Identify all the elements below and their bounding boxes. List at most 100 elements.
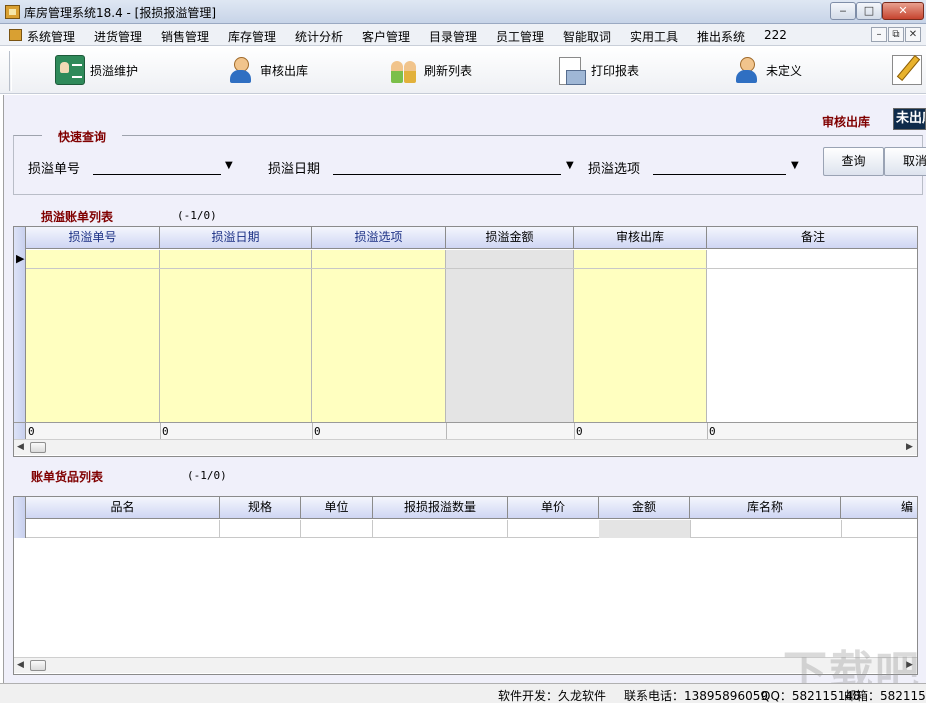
footer-date: 0 <box>162 425 169 438</box>
menu-tools[interactable]: 实用工具 <box>630 28 678 45</box>
footer-note: 0 <box>709 425 716 438</box>
header-date[interactable]: 损溢日期 <box>160 227 312 249</box>
damage-date-dropdown-icon[interactable]: ▼ <box>566 160 574 171</box>
header-amount[interactable]: 金额 <box>599 497 690 519</box>
status-developer: 软件开发：久龙软件 <box>498 689 607 703</box>
toolbar-label: 刷新列表 <box>424 63 473 78</box>
minimize-button[interactable]: ‒ <box>830 2 856 20</box>
status-bar: 软件开发：久龙软件 联系电话：13895896059 QQ：582115148 … <box>0 683 926 703</box>
mdi-minimize-button[interactable]: – <box>871 27 887 42</box>
maximize-button[interactable]: □ <box>856 2 882 20</box>
menu-bar: 系统管理 进货管理 销售管理 库存管理 统计分析 客户管理 目录管理 员工管理 … <box>0 24 926 46</box>
goods-amount-cell <box>599 520 690 538</box>
menu-customers[interactable]: 客户管理 <box>362 28 410 45</box>
menu-staff[interactable]: 员工管理 <box>496 28 544 45</box>
system-menu-icon <box>9 29 22 41</box>
menu-system[interactable]: 系统管理 <box>27 28 75 45</box>
toolbar-label: 损溢维护 <box>90 63 139 78</box>
header-warehouse[interactable]: 库名称 <box>690 497 841 519</box>
query-button[interactable]: 查询 <box>823 147 884 176</box>
current-row-icon: ▶ <box>16 252 25 265</box>
menu-purchase[interactable]: 进货管理 <box>94 28 142 45</box>
toolbar: 损溢维护 审核出库 刷新列表 打印报表 未定义 <box>0 47 926 94</box>
toolbar-grip[interactable] <box>9 51 12 91</box>
ledger-hscrollbar[interactable]: ◀ ▶ <box>14 439 917 455</box>
order-number-label: 损溢单号 <box>28 162 81 177</box>
goods-row[interactable] <box>26 520 917 538</box>
print-report-button[interactable]: 打印报表 <box>556 53 639 87</box>
header-spec[interactable]: 规格 <box>220 497 301 519</box>
scroll-left-icon[interactable]: ◀ <box>17 442 24 452</box>
header-audit[interactable]: 审核出库 <box>574 227 707 249</box>
menu-exit[interactable]: 推出系统 <box>697 28 745 45</box>
header-amount[interactable]: 损溢金额 <box>446 227 574 249</box>
undefined-button[interactable]: 未定义 <box>731 53 802 87</box>
header-order-number[interactable]: 损溢单号 <box>26 227 160 249</box>
refresh-list-button[interactable]: 刷新列表 <box>389 53 472 87</box>
menu-word-capture[interactable]: 智能取词 <box>563 28 611 45</box>
damage-option-label: 损溢选项 <box>588 162 641 177</box>
audit-outbound-button[interactable]: 审核出库 <box>225 53 308 87</box>
header-quantity[interactable]: 报损报溢数量 <box>373 497 508 519</box>
mdi-close-button[interactable]: ✕ <box>905 27 921 42</box>
user-icon <box>225 55 255 85</box>
mdi-restore-button[interactable]: ⧉ <box>888 27 904 42</box>
quick-query-legend: 快速查询 <box>42 128 123 145</box>
scroll-right-icon[interactable]: ▶ <box>906 442 913 452</box>
ledger-footer: 0 0 0 0 0 <box>14 422 917 440</box>
header-option[interactable]: 损溢选项 <box>312 227 446 249</box>
damage-maintain-button[interactable]: 损溢维护 <box>55 53 138 87</box>
scroll-left-icon[interactable]: ◀ <box>17 660 24 670</box>
edit-button[interactable] <box>892 53 922 87</box>
app-icon <box>5 5 20 19</box>
ledger-count: (-1/0) <box>177 209 217 222</box>
menu-222[interactable]: 222 <box>764 28 787 42</box>
header-product-name[interactable]: 品名 <box>26 497 220 519</box>
printer-icon <box>556 55 586 85</box>
audit-status-label: 审核出库 <box>822 115 871 129</box>
title-bar: 库房管理系统18.4 - [报损报溢管理] ‒ □ ✕ <box>0 0 926 24</box>
damage-option-dropdown-icon[interactable]: ▼ <box>791 160 799 171</box>
status-mail: 邮箱：582115148@qq.com <box>844 689 926 703</box>
header-note[interactable]: 备注 <box>707 227 917 249</box>
order-number-dropdown-icon[interactable]: ▼ <box>225 160 233 171</box>
goods-indicator-column <box>14 497 26 538</box>
footer-option: 0 <box>314 425 321 438</box>
audit-status-field[interactable]: 未出库 <box>893 108 926 130</box>
col-date <box>160 250 312 422</box>
toolbar-label: 未定义 <box>766 63 803 78</box>
close-button[interactable]: ✕ <box>882 2 924 20</box>
quick-query-group <box>13 135 923 195</box>
col-audit <box>574 250 707 422</box>
menu-statistics[interactable]: 统计分析 <box>295 28 343 45</box>
scroll-thumb[interactable] <box>30 442 46 453</box>
menu-sales[interactable]: 销售管理 <box>161 28 209 45</box>
col-note <box>707 250 917 422</box>
col-order-number <box>26 250 160 422</box>
damage-date-input[interactable] <box>333 174 561 175</box>
window-title: 库房管理系统18.4 - [报损报溢管理] <box>24 6 217 20</box>
header-unit-price[interactable]: 单价 <box>508 497 599 519</box>
id-card-icon <box>55 55 85 85</box>
edit-icon <box>892 55 922 85</box>
users-icon <box>389 55 419 85</box>
header-unit[interactable]: 单位 <box>301 497 373 519</box>
scroll-thumb[interactable] <box>30 660 46 671</box>
toolbar-label: 审核出库 <box>260 63 309 78</box>
order-number-input[interactable] <box>93 174 221 175</box>
damage-option-input[interactable] <box>653 174 786 175</box>
menu-catalog[interactable]: 目录管理 <box>429 28 477 45</box>
ledger-grid[interactable]: ▶ 损溢单号 损溢日期 损溢选项 损溢金额 审核出库 备注 0 0 0 0 0 … <box>13 226 918 457</box>
header-code[interactable]: 编 <box>841 497 917 519</box>
menu-inventory[interactable]: 库存管理 <box>228 28 276 45</box>
ledger-list-title: 损溢账单列表 <box>41 210 114 224</box>
footer-order-number: 0 <box>28 425 35 438</box>
status-phone: 联系电话：13895896059 <box>624 689 768 703</box>
cancel-button[interactable]: 取消 <box>884 147 926 176</box>
row-divider <box>14 268 917 269</box>
col-option <box>312 250 446 422</box>
goods-list-title: 账单货品列表 <box>31 470 104 484</box>
col-amount <box>446 250 574 422</box>
footer-audit: 0 <box>576 425 583 438</box>
user-icon <box>731 55 761 85</box>
